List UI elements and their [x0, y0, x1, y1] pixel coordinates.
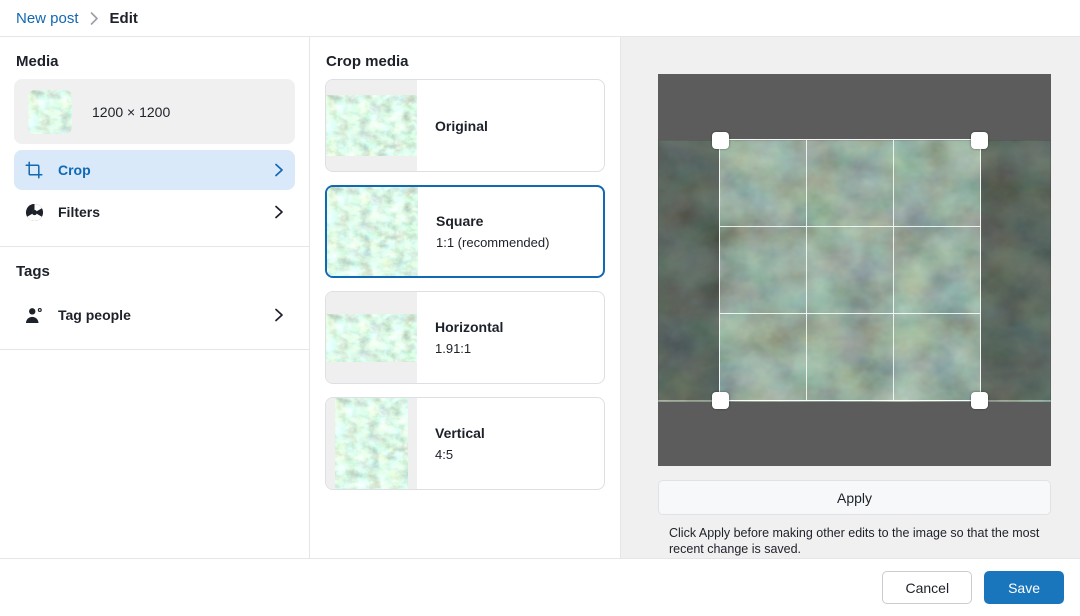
sidebar-item-crop[interactable]: Crop — [14, 150, 295, 190]
sidebar-item-filters-label: Filters — [58, 204, 101, 220]
chevron-right-icon — [274, 163, 284, 177]
sidebar-divider-bottom — [0, 349, 309, 350]
crop-option-name: Vertical — [435, 425, 485, 441]
crop-shade-left — [658, 140, 720, 400]
tag-people-icon — [23, 304, 45, 326]
tags-heading: Tags — [16, 263, 50, 280]
footer-actions: Cancel Save — [0, 558, 1080, 616]
crop-option-text: Square 1:1 (recommended) — [418, 213, 549, 250]
sidebar-item-filters[interactable]: Filters — [14, 192, 295, 232]
sidebar-item-tag-people-label: Tag people — [58, 307, 131, 323]
aperture-icon — [23, 201, 45, 223]
crop-option-thumbnail — [335, 398, 408, 489]
crop-stage[interactable] — [658, 74, 1051, 466]
editor-body: Media 1200 × 1200 Crop Filters Tags Tag … — [0, 37, 1080, 558]
image-editor-window: New post Edit Media 1200 × 1200 Crop Fil… — [0, 0, 1080, 616]
crop-option-thumb-wrap — [326, 398, 417, 489]
crop-option-name: Square — [436, 213, 484, 229]
chevron-right-icon — [274, 205, 284, 219]
crop-option-text: Vertical 4:5 — [417, 425, 485, 462]
save-button[interactable]: Save — [984, 571, 1064, 604]
edit-tools-list: Crop Filters — [0, 150, 309, 232]
crop-option-thumbnail — [326, 95, 417, 156]
crop-shade-right — [980, 140, 1051, 400]
crop-option-thumbnail — [326, 313, 417, 362]
crop-gridline-vertical — [806, 140, 807, 400]
media-dimensions: 1200 × 1200 — [92, 103, 171, 120]
media-heading: Media — [16, 53, 59, 70]
crop-handle-top-right[interactable] — [971, 132, 988, 149]
media-thumbnail — [28, 89, 72, 134]
crop-option-text: Horizontal 1.91:1 — [417, 319, 503, 356]
chevron-right-icon — [274, 308, 284, 322]
crop-option-thumbnail — [327, 187, 418, 276]
crop-option-ratio: 1.91:1 — [435, 341, 472, 356]
crop-option-vertical[interactable]: Vertical 4:5 — [325, 397, 605, 490]
crop-handle-bottom-left[interactable] — [712, 392, 729, 409]
media-summary-card[interactable]: 1200 × 1200 — [14, 79, 295, 144]
crop-option-thumb-wrap — [326, 292, 417, 383]
crop-media-heading: Crop media — [326, 53, 409, 70]
crop-gridline-horizontal — [720, 313, 980, 314]
crop-handle-bottom-right[interactable] — [971, 392, 988, 409]
breadcrumb-current-edit: Edit — [109, 9, 138, 27]
crop-option-ratio: 4:5 — [435, 447, 454, 462]
crop-option-name: Original — [435, 117, 488, 134]
crop-option-original[interactable]: Original — [325, 79, 605, 172]
cancel-button[interactable]: Cancel — [882, 571, 973, 604]
breadcrumb: New post Edit — [0, 0, 1080, 37]
chevron-right-icon — [90, 11, 99, 25]
tags-list: Tag people — [0, 295, 309, 335]
sidebar-item-crop-label: Crop — [58, 162, 91, 178]
sidebar-item-tag-people[interactable]: Tag people — [14, 295, 295, 335]
crop-option-thumb-wrap — [326, 80, 417, 171]
crop-rectangle[interactable] — [719, 139, 981, 401]
breadcrumb-new-post-link[interactable]: New post — [16, 10, 79, 27]
crop-preview-panel: Apply Click Apply before making other ed… — [621, 37, 1080, 558]
crop-option-text: Original — [417, 118, 488, 134]
crop-options-list: Original Square 1:1 (recommended) Horizo… — [310, 79, 620, 490]
crop-icon — [23, 159, 45, 181]
crop-option-square[interactable]: Square 1:1 (recommended) — [325, 185, 605, 278]
sidebar: Media 1200 × 1200 Crop Filters Tags Tag … — [0, 37, 310, 558]
apply-button[interactable]: Apply — [658, 480, 1051, 515]
crop-media-panel: Crop media Original Square 1:1 (recommen… — [310, 37, 621, 558]
crop-option-thumb-wrap — [327, 187, 418, 276]
crop-handle-top-left[interactable] — [712, 132, 729, 149]
crop-gridline-vertical — [893, 140, 894, 400]
crop-option-name: Horizontal — [435, 319, 504, 335]
apply-helper-text: Click Apply before making other edits to… — [669, 526, 1040, 556]
crop-option-ratio: 1:1 (recommended) — [436, 235, 550, 250]
crop-option-horizontal[interactable]: Horizontal 1.91:1 — [325, 291, 605, 384]
crop-gridline-horizontal — [720, 226, 980, 227]
